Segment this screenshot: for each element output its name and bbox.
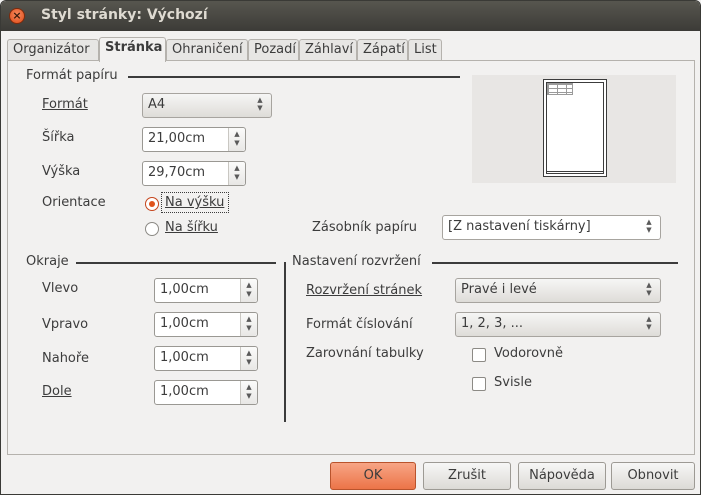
tab-footer[interactable]: Zápatí: [357, 39, 408, 61]
page-preview: [472, 75, 676, 183]
paper-tray-select[interactable]: [Z nastavení tiskárny] ▲ ▼: [442, 215, 661, 240]
margins-heading: Okraje: [26, 254, 69, 269]
margin-top-label: Nahoře: [42, 351, 89, 366]
tab-background[interactable]: Pozadí: [248, 39, 299, 61]
numbering-format-select[interactable]: 1, 2, 3, ... ▲ ▼: [455, 312, 661, 337]
vertical-label[interactable]: Svisle: [494, 375, 532, 390]
section-divider: [76, 262, 276, 264]
spin-arrows-icon[interactable]: ▲ ▼: [240, 313, 257, 336]
spin-arrows-icon[interactable]: ▲ ▼: [228, 128, 245, 151]
margin-left-label: Vlevo: [42, 281, 79, 296]
page-preview-footer-line: [546, 171, 604, 172]
format-select[interactable]: A4 ▲ ▼: [142, 93, 272, 118]
margin-top-spinbox[interactable]: 1,00cm ▲ ▼: [154, 346, 258, 371]
spin-arrows-icon[interactable]: ▲ ▼: [240, 279, 257, 302]
page-preview-sheet: [543, 79, 607, 177]
orientation-label: Orientace: [42, 195, 106, 210]
margin-right-label: Vpravo: [42, 317, 89, 332]
margin-left-value: 1,00cm: [160, 282, 209, 297]
vertical-checkbox[interactable]: [472, 377, 486, 391]
landscape-radio[interactable]: [145, 222, 159, 236]
paper-tray-label: Zásobník papíru: [312, 220, 418, 235]
page-layout-value: Pravé i levé: [461, 282, 537, 297]
updown-arrows-icon: ▲ ▼: [646, 281, 652, 297]
portrait-radio[interactable]: [145, 197, 159, 211]
height-spinbox[interactable]: 29,70cm ▲ ▼: [142, 161, 246, 186]
close-icon[interactable]: ×: [9, 8, 25, 24]
tab-header[interactable]: Záhlaví: [299, 39, 357, 61]
margin-right-spinbox[interactable]: 1,00cm ▲ ▼: [154, 312, 258, 337]
tab-sheet[interactable]: List: [408, 39, 442, 61]
tab-panel: Formát papíru Formát A4 ▲ ▼ Šířka 21,00cm…: [7, 60, 695, 455]
section-divider-vertical: [284, 262, 286, 422]
numbering-format-label: Formát číslování: [306, 317, 413, 332]
window-title: Styl stránky: Výchozí: [41, 7, 208, 23]
page-layout-select[interactable]: Pravé i levé ▲ ▼: [455, 278, 661, 303]
height-label: Výška: [42, 164, 81, 179]
spin-arrows-icon[interactable]: ▲ ▼: [240, 381, 257, 404]
tab-page[interactable]: Stránka: [99, 37, 166, 62]
updown-arrows-icon: ▲ ▼: [646, 315, 652, 331]
updown-arrows-icon: ▲ ▼: [257, 96, 263, 112]
table-alignment-label: Zarovnání tabulky: [306, 346, 424, 361]
height-value: 29,70cm: [148, 165, 206, 180]
horizontal-label[interactable]: Vodorovně: [494, 346, 563, 361]
margin-bottom-value: 1,00cm: [160, 384, 209, 399]
page-layout-label: Rozvržení stránek: [306, 283, 423, 298]
format-value: A4: [148, 97, 166, 112]
width-value: 21,00cm: [148, 131, 206, 146]
portrait-label[interactable]: Na výšku: [165, 195, 224, 210]
margin-top-value: 1,00cm: [160, 350, 209, 365]
horizontal-checkbox[interactable]: [472, 348, 486, 362]
margin-bottom-spinbox[interactable]: 1,00cm ▲ ▼: [154, 380, 258, 405]
spin-arrows-icon[interactable]: ▲ ▼: [228, 162, 245, 185]
format-label: Formát: [42, 97, 88, 112]
ok-button[interactable]: OK: [330, 462, 416, 490]
width-label: Šířka: [42, 130, 75, 145]
page-preview-margin: [546, 82, 604, 174]
reset-button[interactable]: Obnovit: [611, 462, 695, 490]
section-divider: [128, 76, 460, 78]
cancel-button[interactable]: Zrušit: [423, 462, 511, 490]
paper-format-heading: Formát papíru: [26, 68, 118, 83]
margin-bottom-label: Dole: [42, 384, 72, 399]
margin-right-value: 1,00cm: [160, 316, 209, 331]
width-spinbox[interactable]: 21,00cm ▲ ▼: [142, 127, 246, 152]
landscape-label[interactable]: Na šířku: [165, 220, 218, 235]
layout-settings-heading: Nastavení rozvržení: [292, 254, 421, 269]
paper-tray-value: [Z nastavení tiskárny]: [448, 219, 591, 234]
numbering-format-value: 1, 2, 3, ...: [461, 316, 524, 331]
help-button[interactable]: Nápověda: [518, 462, 606, 490]
margin-left-spinbox[interactable]: 1,00cm ▲ ▼: [154, 278, 258, 303]
page-style-dialog: × Styl stránky: Výchozí Organizátor Strá…: [0, 0, 701, 495]
section-divider: [432, 262, 678, 264]
tab-borders[interactable]: Ohraničení: [166, 39, 248, 61]
title-bar: × Styl stránky: Výchozí: [1, 1, 700, 31]
page-preview-table: [547, 83, 573, 95]
tab-organizer[interactable]: Organizátor: [7, 39, 99, 61]
spin-arrows-icon[interactable]: ▲ ▼: [240, 347, 257, 370]
updown-arrows-icon: ▲ ▼: [646, 218, 652, 234]
